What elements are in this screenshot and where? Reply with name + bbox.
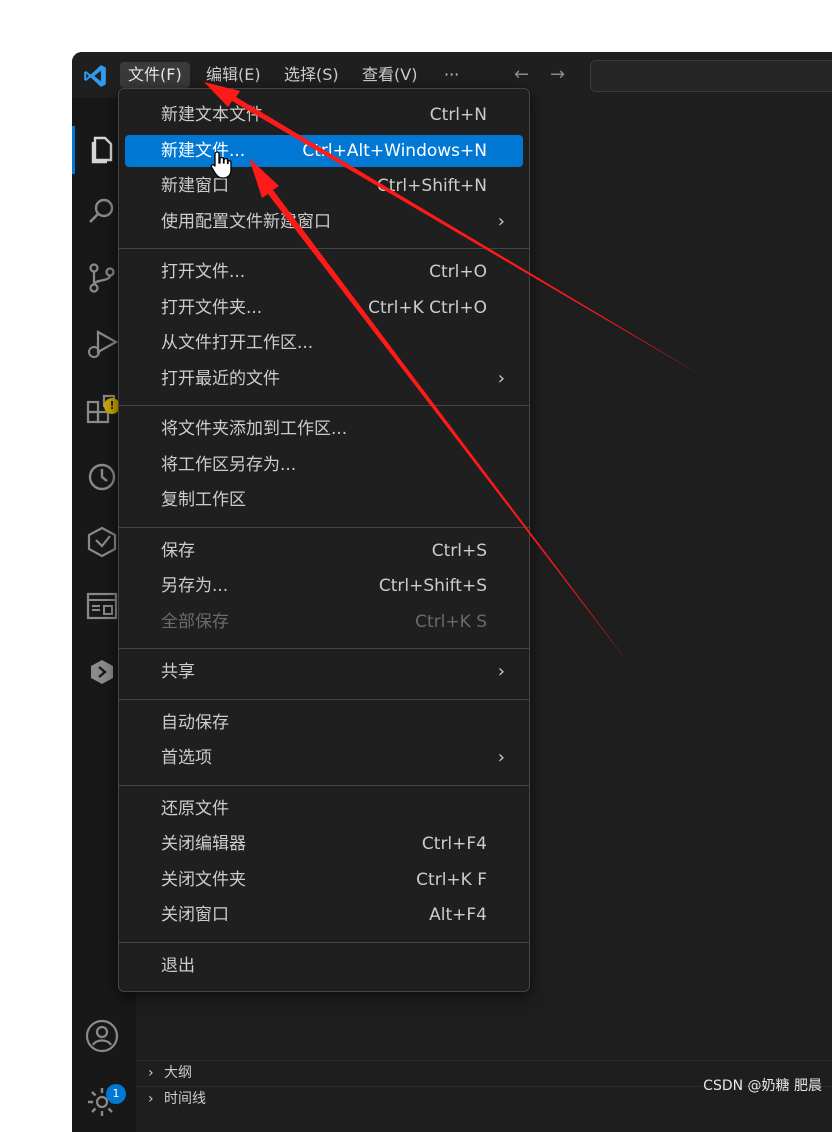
menu-item-shortcut: Ctrl+K F — [416, 869, 487, 890]
menu-item-label: 新建文本文件 — [161, 105, 263, 125]
menu-separator — [119, 405, 529, 406]
menu-item[interactable]: 首选项 › — [125, 742, 523, 774]
menu-item[interactable]: 新建文件... Ctrl+Alt+Windows+N — [125, 134, 523, 167]
menu-item[interactable]: 另存为... Ctrl+Shift+S — [125, 570, 523, 602]
menu-item[interactable]: 打开最近的文件 › — [125, 363, 523, 395]
watermark: CSDN @奶糖 肥晨 — [703, 1078, 822, 1094]
submenu-chevron-icon: › — [497, 661, 505, 682]
account-icon[interactable] — [84, 1018, 120, 1054]
menu-item[interactable]: 将文件夹添加到工作区... — [125, 413, 523, 445]
menu-item-label: 退出 — [161, 955, 195, 976]
submenu-chevron-icon: › — [497, 210, 505, 232]
menu-item-label: 自动保存 — [161, 712, 229, 733]
menu-item-label: 关闭编辑器 — [161, 834, 246, 854]
menu-item[interactable]: 退出 — [125, 950, 523, 982]
cube-extension-icon[interactable] — [84, 654, 120, 690]
menu-selection[interactable]: 选择(S) — [276, 62, 347, 88]
menu-item-shortcut: Ctrl+F4 — [421, 834, 487, 854]
menu-item-shortcut: Ctrl+N — [429, 105, 487, 125]
menu-item-label: 打开文件夹... — [161, 297, 263, 318]
menu-item[interactable]: 自动保存 — [125, 707, 523, 739]
menu-item-shortcut: Ctrl+Shift+S — [378, 576, 487, 596]
menu-item-shortcut: Ctrl+O — [429, 262, 487, 282]
menu-item[interactable]: 还原文件 — [125, 793, 523, 825]
arrow-left-icon[interactable]: ← — [514, 64, 529, 85]
menu-item-label: 将文件夹添加到工作区... — [161, 419, 348, 439]
menu-item-label: 复制工作区 — [161, 490, 246, 510]
search-icon[interactable] — [84, 194, 120, 230]
menu-item-shortcut: Ctrl+K S — [415, 611, 487, 632]
menu-item-label: 打开最近的文件 — [161, 368, 280, 389]
settings-update-badge: 1 — [106, 1084, 126, 1104]
submenu-chevron-icon: › — [497, 367, 505, 389]
menu-separator — [119, 526, 529, 528]
menu-item-label: 保存 — [161, 540, 195, 561]
explorer-icon[interactable] — [84, 132, 120, 168]
menu-item[interactable]: 新建窗口 Ctrl+Shift+N — [125, 170, 523, 202]
menu-item[interactable]: 使用配置文件新建窗口 › — [125, 206, 523, 238]
menu-item-label: 全部保存 — [161, 611, 229, 632]
menu-item-label: 将工作区另存为... — [161, 454, 297, 475]
more-menus-button[interactable]: ··· — [436, 62, 467, 88]
chevron-right-icon: › — [148, 1065, 154, 1081]
source-control-icon[interactable] — [84, 260, 120, 296]
menu-item-label: 从文件打开工作区... — [161, 333, 314, 353]
extension-plugin-icon[interactable] — [84, 524, 120, 560]
submenu-chevron-icon: › — [497, 747, 505, 768]
hand-pointer-cursor-icon — [210, 151, 232, 179]
menu-item-label: 首选项 — [161, 748, 212, 768]
menu-edit[interactable]: 编辑(E) — [198, 62, 269, 88]
menu-item-label: 另存为... — [161, 576, 229, 596]
timeline-icon[interactable] — [84, 458, 120, 494]
menu-item[interactable]: 保存 Ctrl+S — [125, 535, 523, 567]
remote-explorer-icon[interactable] — [84, 588, 120, 624]
menu-separator — [119, 784, 529, 786]
menu-item-label: 关闭窗口 — [161, 905, 229, 925]
menu-item-label: 打开文件... — [161, 262, 246, 282]
file-menu-dropdown: 新建文本文件 Ctrl+N 新建文件... Ctrl+Alt+Windows+N 新建窗… — [118, 88, 530, 992]
menu-item-label: 关闭文件夹 — [161, 869, 246, 890]
menu-item[interactable]: 将工作区另存为... — [125, 449, 523, 481]
active-indicator — [72, 126, 75, 174]
menu-separator — [119, 941, 529, 943]
timeline-label: 时间线 — [164, 1091, 206, 1107]
menu-item-label: 使用配置文件新建窗口 — [161, 211, 331, 232]
menu-item: 全部保存 Ctrl+K S — [125, 606, 523, 638]
menu-item[interactable]: 关闭文件夹 Ctrl+K F — [125, 864, 523, 896]
menu-separator — [119, 698, 529, 700]
menu-item[interactable]: 打开文件... Ctrl+O — [125, 256, 523, 288]
command-center-search[interactable] — [590, 60, 832, 92]
chevron-right-icon: › — [148, 1091, 154, 1107]
menu-file[interactable]: 文件(F) — [120, 62, 190, 88]
outline-label: 大纲 — [164, 1065, 192, 1081]
arrow-right-icon[interactable]: → — [550, 64, 565, 85]
menu-item[interactable]: 新建文本文件 Ctrl+N — [125, 99, 523, 131]
menu-item-label: 还原文件 — [161, 798, 229, 819]
menu-item-shortcut: Alt+F4 — [429, 905, 487, 925]
menu-item[interactable]: 从文件打开工作区... — [125, 327, 523, 359]
menu-item-shortcut: Ctrl+Alt+Windows+N — [302, 140, 487, 161]
menu-item-shortcut: Ctrl+K Ctrl+O — [368, 297, 487, 318]
menu-item[interactable]: 复制工作区 — [125, 484, 523, 516]
vscode-logo-icon — [84, 65, 106, 87]
menu-item-shortcut: Ctrl+S — [431, 540, 487, 561]
menu-item-label: 新建文件... — [161, 140, 246, 161]
menu-item[interactable]: 共享 › — [125, 656, 523, 688]
menu-item-label: 共享 — [161, 662, 195, 682]
menu-view[interactable]: 查看(V) — [354, 62, 425, 88]
menu-separator — [119, 248, 529, 249]
menu-item[interactable]: 打开文件夹... Ctrl+K Ctrl+O — [125, 292, 523, 324]
menu-item-shortcut: Ctrl+Shift+N — [376, 176, 487, 196]
run-debug-icon[interactable] — [84, 326, 120, 362]
menu-item[interactable]: 关闭窗口 Alt+F4 — [125, 899, 523, 931]
menu-separator — [119, 648, 529, 649]
menu-item[interactable]: 关闭编辑器 Ctrl+F4 — [125, 828, 523, 860]
